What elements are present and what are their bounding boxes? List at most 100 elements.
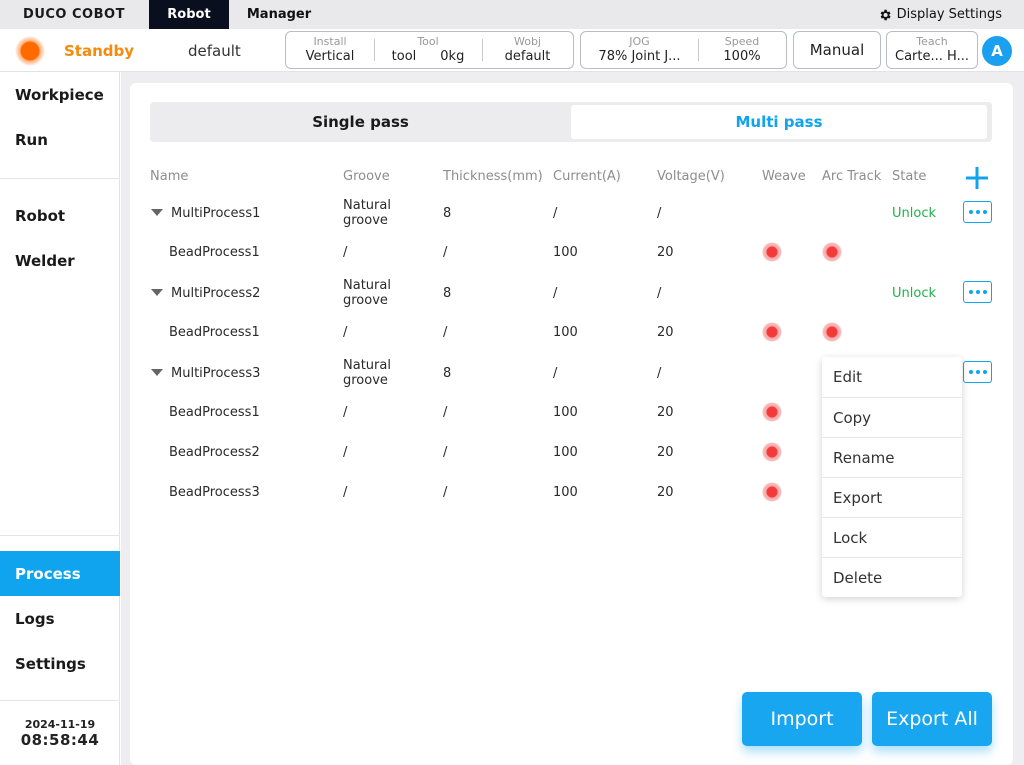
more-options-button[interactable] — [963, 281, 992, 303]
sidebar-item-process[interactable]: Process — [0, 551, 120, 596]
menu-item-delete[interactable]: Delete — [822, 557, 962, 597]
tab-multi-pass[interactable]: Multi pass — [571, 105, 987, 139]
weave-indicator-icon — [762, 322, 782, 342]
dot-icon — [975, 370, 980, 374]
dot-icon — [975, 210, 980, 214]
plus-icon — [966, 167, 988, 189]
row-thickness: / — [443, 484, 448, 500]
table-row-group[interactable]: MultiProcess2 Natural groove 8 / / Unlock — [0, 273, 1024, 313]
column-header-name: Name — [150, 169, 189, 184]
column-header-current: Current(A) — [553, 169, 621, 184]
add-process-button[interactable] — [962, 164, 992, 192]
dot-icon — [982, 290, 987, 294]
row-thickness: 8 — [443, 285, 452, 301]
user-avatar[interactable]: A — [982, 36, 1012, 66]
jog-label: JOG — [629, 35, 650, 48]
column-header-thickness: Thickness(mm) — [443, 169, 543, 184]
export-all-button[interactable]: Export All — [872, 692, 992, 746]
arc-track-indicator-icon — [822, 242, 842, 262]
row-groove: / — [343, 404, 348, 420]
row-name: MultiProcess1 — [171, 205, 261, 221]
row-name: BeadProcess3 — [169, 484, 260, 500]
row-current: / — [553, 365, 558, 381]
sidebar-item-run[interactable]: Run — [0, 117, 120, 162]
column-header-weave: Weave — [762, 169, 806, 184]
groove-line-1: Natural — [343, 278, 391, 293]
display-settings-label: Display Settings — [896, 7, 1002, 22]
speed-cell[interactable]: Speed 100% — [698, 32, 786, 68]
row-groove: Natural groove — [343, 193, 423, 233]
row-state: Unlock — [892, 205, 936, 221]
sidebar-item-settings[interactable]: Settings — [0, 641, 120, 686]
row-thickness: 8 — [443, 205, 452, 221]
dot-icon — [975, 290, 980, 294]
expand-caret-icon[interactable] — [151, 209, 163, 216]
clock-date: 2024-11-19 — [24, 718, 96, 731]
teach-cell[interactable]: Teach Carte... H... — [887, 32, 977, 68]
teach-panel[interactable]: Teach Carte... H... — [886, 31, 978, 69]
row-current: 100 — [553, 324, 578, 340]
row-state: Unlock — [892, 285, 936, 301]
teach-label: Teach — [916, 35, 948, 48]
row-thickness: 8 — [443, 365, 452, 381]
gear-icon — [880, 9, 891, 20]
row-thickness: / — [443, 444, 448, 460]
sidebar-item-logs[interactable]: Logs — [0, 596, 120, 641]
table-row-group[interactable]: MultiProcess1 Natural groove 8 / / Unlock — [0, 193, 1024, 233]
more-options-button[interactable] — [963, 361, 992, 383]
menu-item-rename[interactable]: Rename — [822, 437, 962, 477]
row-groove: / — [343, 484, 348, 500]
tab-robot[interactable]: Robot — [149, 0, 229, 29]
context-menu: Edit Copy Rename Export Lock Delete — [822, 357, 962, 597]
wobj-value: default — [504, 49, 551, 64]
install-cell[interactable]: Install Vertical — [286, 32, 374, 68]
row-voltage: 20 — [657, 404, 674, 420]
more-options-button[interactable] — [963, 201, 992, 223]
row-voltage: / — [657, 205, 662, 221]
dot-icon — [968, 290, 973, 294]
row-groove: / — [343, 324, 348, 340]
mode-manual-button[interactable]: Manual — [793, 31, 881, 69]
sidebar-item-workpiece[interactable]: Workpiece — [0, 72, 120, 117]
row-voltage: 20 — [657, 244, 674, 260]
table-row-bead[interactable]: BeadProcess1 / / 100 20 — [0, 312, 1024, 352]
tab-single-pass[interactable]: Single pass — [150, 102, 571, 142]
menu-item-copy[interactable]: Copy — [822, 397, 962, 437]
row-name: MultiProcess3 — [171, 365, 261, 381]
tool-name: tool — [391, 49, 417, 64]
menu-item-export[interactable]: Export — [822, 477, 962, 517]
sidebar-divider — [0, 178, 120, 179]
import-button[interactable]: Import — [742, 692, 862, 746]
tool-weight: 0kg — [440, 49, 465, 64]
groove-line-1: Natural — [343, 198, 391, 213]
expand-caret-icon[interactable] — [151, 289, 163, 296]
teach-value: Carte... H... — [895, 49, 969, 64]
groove-line-2: groove — [343, 213, 388, 228]
tab-manager[interactable]: Manager — [229, 0, 329, 29]
tool-cell[interactable]: Tool tool 0kg — [374, 32, 482, 68]
row-groove: / — [343, 444, 348, 460]
table-row-bead[interactable]: BeadProcess1 / / 100 20 — [0, 232, 1024, 272]
row-name: BeadProcess1 — [169, 404, 260, 420]
clock-time: 08:58:44 — [20, 731, 100, 749]
menu-item-edit[interactable]: Edit — [822, 357, 962, 397]
row-name: MultiProcess2 — [171, 285, 261, 301]
row-thickness: / — [443, 404, 448, 420]
jog-speed-panel[interactable]: JOG 78% Joint J... Speed 100% — [580, 31, 787, 69]
row-current: / — [553, 205, 558, 221]
speed-label: Speed — [724, 35, 760, 48]
display-settings-button[interactable]: Display Settings — [878, 0, 1002, 29]
wobj-label: Wobj — [513, 35, 541, 48]
column-header-state: State — [892, 169, 927, 184]
install-tool-wobj-panel[interactable]: Install Vertical Tool tool 0kg Wobj defau… — [285, 31, 574, 69]
groove-line-2: groove — [343, 293, 388, 308]
menu-item-lock[interactable]: Lock — [822, 517, 962, 557]
expand-caret-icon[interactable] — [151, 369, 163, 376]
program-name: default — [188, 41, 241, 60]
column-header-arc-track: Arc Track — [822, 169, 882, 184]
row-voltage: 20 — [657, 444, 674, 460]
row-current: 100 — [553, 404, 578, 420]
wobj-cell[interactable]: Wobj default — [482, 32, 573, 68]
jog-cell[interactable]: JOG 78% Joint J... — [581, 32, 698, 68]
row-voltage: / — [657, 365, 662, 381]
